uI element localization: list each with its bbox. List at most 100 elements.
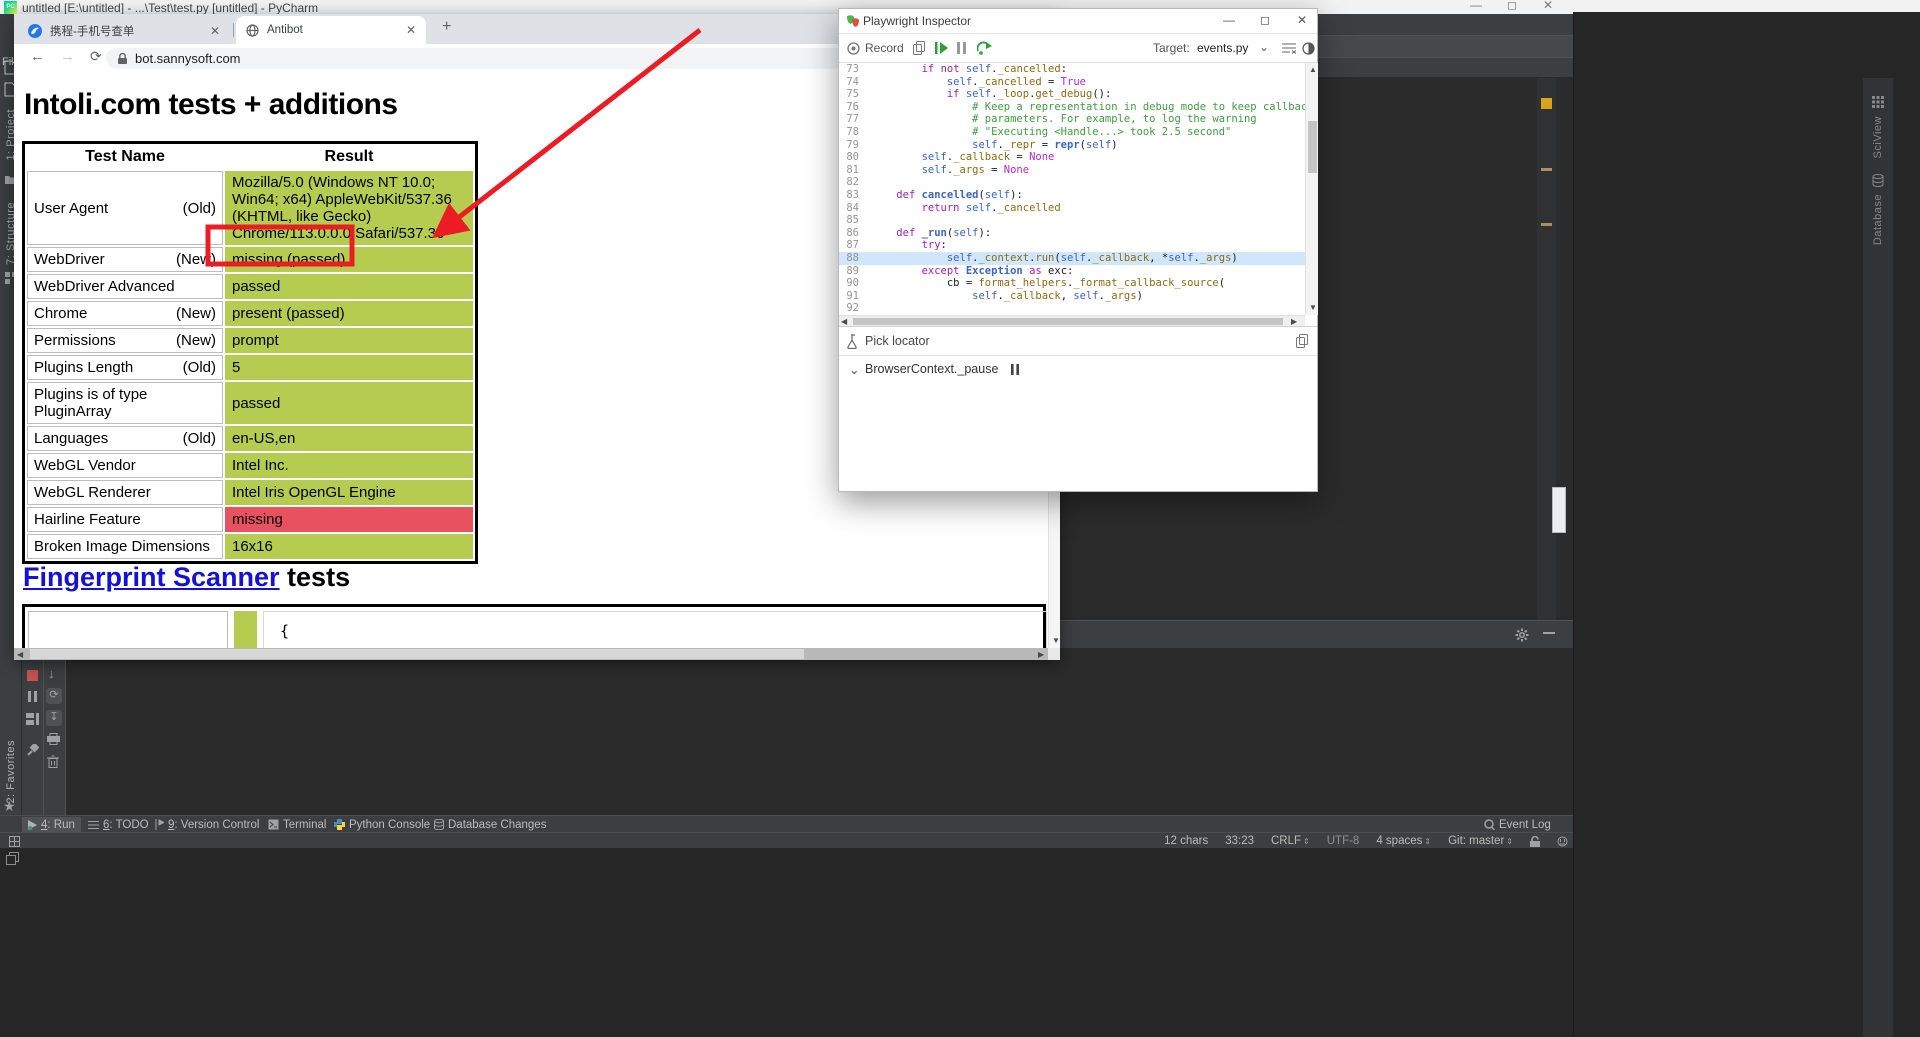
star-icon[interactable]: ★ [3, 798, 16, 815]
gear-icon[interactable] [1515, 628, 1529, 642]
inspector-close-button[interactable]: ✕ [1297, 13, 1307, 27]
scroll-up-arrow[interactable]: ▲ [1309, 65, 1317, 74]
restore-window-icon[interactable] [6, 852, 19, 865]
reload-button[interactable]: ⟳ [90, 48, 102, 65]
hector-inspector-icon[interactable] [1557, 836, 1568, 847]
pycharm-bottom-toolbar: 4: Run 6: TODO 9: Version Control Termin… [0, 815, 1573, 832]
code-horizontal-scrollbar[interactable]: ◀ ▶ [839, 315, 1305, 326]
sciview-icon[interactable] [1872, 96, 1884, 108]
line-number: 85 [839, 214, 871, 227]
step-over-icon[interactable] [977, 41, 992, 55]
lock-icon[interactable] [1530, 836, 1540, 847]
new-tab-button[interactable]: + [442, 18, 451, 36]
pick-locator-icon[interactable] [847, 334, 859, 349]
line-number: 92 [839, 302, 871, 315]
back-button[interactable]: ← [30, 48, 45, 65]
test-result: Intel Iris OpenGL Engine [225, 480, 473, 505]
status-indent[interactable]: 4 spaces⇕ [1376, 835, 1431, 847]
test-result: en-US,en [225, 426, 473, 451]
rerun-button[interactable]: ⟳ [46, 688, 62, 704]
target-select[interactable]: events.py [1197, 41, 1248, 55]
table-row: Hairline Feature missing [27, 507, 473, 532]
error-stripe-dash[interactable] [1541, 168, 1552, 171]
event-log-button[interactable]: Event Log [1478, 817, 1557, 832]
restore-layout-button[interactable] [26, 713, 39, 725]
inspector-maximize-button[interactable]: ◻ [1260, 13, 1270, 27]
record-label[interactable]: Record [865, 41, 904, 55]
scroll-left-arrow[interactable]: ◀ [841, 317, 847, 326]
todo-icon [88, 820, 99, 830]
chevron-down-icon[interactable]: ⌄ [849, 362, 859, 377]
toolwindow-python-console-button[interactable]: Python Console [328, 817, 436, 832]
pin-icon[interactable] [27, 744, 39, 756]
stop-button[interactable] [27, 670, 38, 681]
pause-icon[interactable] [957, 42, 966, 54]
scroll-left-arrow[interactable]: ◀ [17, 650, 23, 659]
scroll-down-arrow[interactable]: ▼ [1052, 636, 1060, 645]
status-git-branch[interactable]: Git: master⇕ [1448, 835, 1513, 847]
terminal-icon [268, 819, 279, 830]
code-line: 77 # parameters. For example, to log the… [839, 113, 1305, 126]
code-vertical-scrollbar[interactable]: ▲ ▼ [1305, 63, 1318, 315]
scroll-right-arrow[interactable]: ▶ [1038, 650, 1044, 659]
status-grid-icon[interactable] [9, 836, 20, 847]
toolwindow-vcs-button[interactable]: 9: Version Control [148, 817, 265, 832]
toolwindow-todo-button[interactable]: 6: TODO [82, 817, 155, 832]
database-icon[interactable] [1872, 174, 1884, 187]
browser-tab-ctrip[interactable]: 携程-手机号查单 ✕ [18, 17, 230, 44]
toolwindow-favorites[interactable]: 2: Favorites [5, 740, 17, 803]
call-log-entry[interactable]: BrowserContext._pause [865, 362, 998, 376]
pycharm-status-bar: 12 chars 33:23 CRLF⇕ UTF-8 4 spaces⇕ Git… [0, 832, 1573, 848]
tab-close-icon[interactable]: ✕ [406, 23, 416, 37]
table-row: Permissions(New) prompt [27, 328, 473, 353]
trash-icon[interactable] [47, 755, 59, 768]
toolwindow-sciview[interactable]: SciView [1872, 116, 1884, 158]
test-result: Mozilla/5.0 (Windows NT 10.0; Win64; x64… [225, 171, 473, 245]
fingerprint-scanner-link[interactable]: Fingerprint Scanner [23, 562, 280, 592]
theme-toggle-icon[interactable] [1302, 42, 1315, 55]
scrollbar-thumb[interactable] [1308, 121, 1317, 173]
pycharm-minimize-button[interactable]: — [1470, 0, 1482, 12]
test-name: Languages [34, 430, 108, 447]
pycharm-close-button[interactable]: ✕ [1543, 0, 1553, 12]
status-line-ending[interactable]: CRLF⇕ [1271, 835, 1310, 847]
error-stripe-marker[interactable] [1541, 98, 1552, 109]
print-button[interactable] [47, 733, 60, 745]
status-encoding[interactable]: UTF-8 [1327, 835, 1360, 847]
forward-button[interactable]: → [60, 48, 75, 65]
resume-icon[interactable] [935, 42, 948, 54]
down-arrow-icon[interactable]: ↓ [48, 666, 55, 681]
code-editor[interactable]: 73 if not self._cancelled:74 self._cance… [839, 63, 1305, 315]
scrollbar-thumb[interactable] [30, 649, 804, 659]
scrollbar-thumb[interactable] [853, 318, 1283, 325]
pick-locator-label[interactable]: Pick locator [865, 334, 930, 348]
toolwindow-terminal-button[interactable]: Terminal [262, 817, 332, 832]
status-caret-position[interactable]: 33:23 [1225, 835, 1254, 847]
scroll-to-end-button[interactable]: ↧ [46, 710, 62, 726]
copy-icon[interactable] [1296, 334, 1308, 348]
call-log-row: ⌄ BrowserContext._pause [839, 357, 1317, 383]
table-row: WebGL Renderer Intel Iris OpenGL Engine [27, 480, 473, 505]
record-icon[interactable] [847, 42, 860, 55]
hide-toolwindow-icon[interactable] [1543, 632, 1555, 634]
scrollbar-corner [1048, 648, 1060, 660]
browser-tab-antibot[interactable]: Antibot ✕ [236, 16, 426, 44]
pause-button[interactable] [27, 691, 38, 702]
toolwindow-database-changes-button[interactable]: Database Changes [428, 817, 552, 832]
scroll-right-arrow[interactable]: ▶ [1291, 317, 1297, 326]
chevron-down-icon[interactable]: ⌄ [1259, 40, 1269, 54]
toolwindow-run-button[interactable]: 4: Run [22, 817, 81, 832]
clear-log-icon[interactable] [1282, 43, 1296, 54]
pycharm-window-title: untitled [E:\untitled] - ...\Test\test.p… [22, 1, 318, 14]
copy-icon[interactable] [913, 41, 925, 55]
toolwindow-database[interactable]: Database [1872, 194, 1884, 245]
error-stripe-dash[interactable] [1541, 223, 1552, 226]
pycharm-maximize-button[interactable]: ◻ [1507, 0, 1517, 12]
status-selection-chars[interactable]: 12 chars [1164, 835, 1208, 847]
browser-horizontal-scrollbar[interactable]: ◀ ▶ [14, 648, 1048, 660]
tab-close-icon[interactable]: ✕ [210, 24, 220, 38]
scroll-down-arrow[interactable]: ▼ [1309, 303, 1317, 312]
inspector-minimize-button[interactable]: — [1223, 13, 1235, 27]
table-row: Chrome(New) present (passed) [27, 301, 473, 326]
menu-sliver[interactable]: Fil [2, 56, 14, 68]
